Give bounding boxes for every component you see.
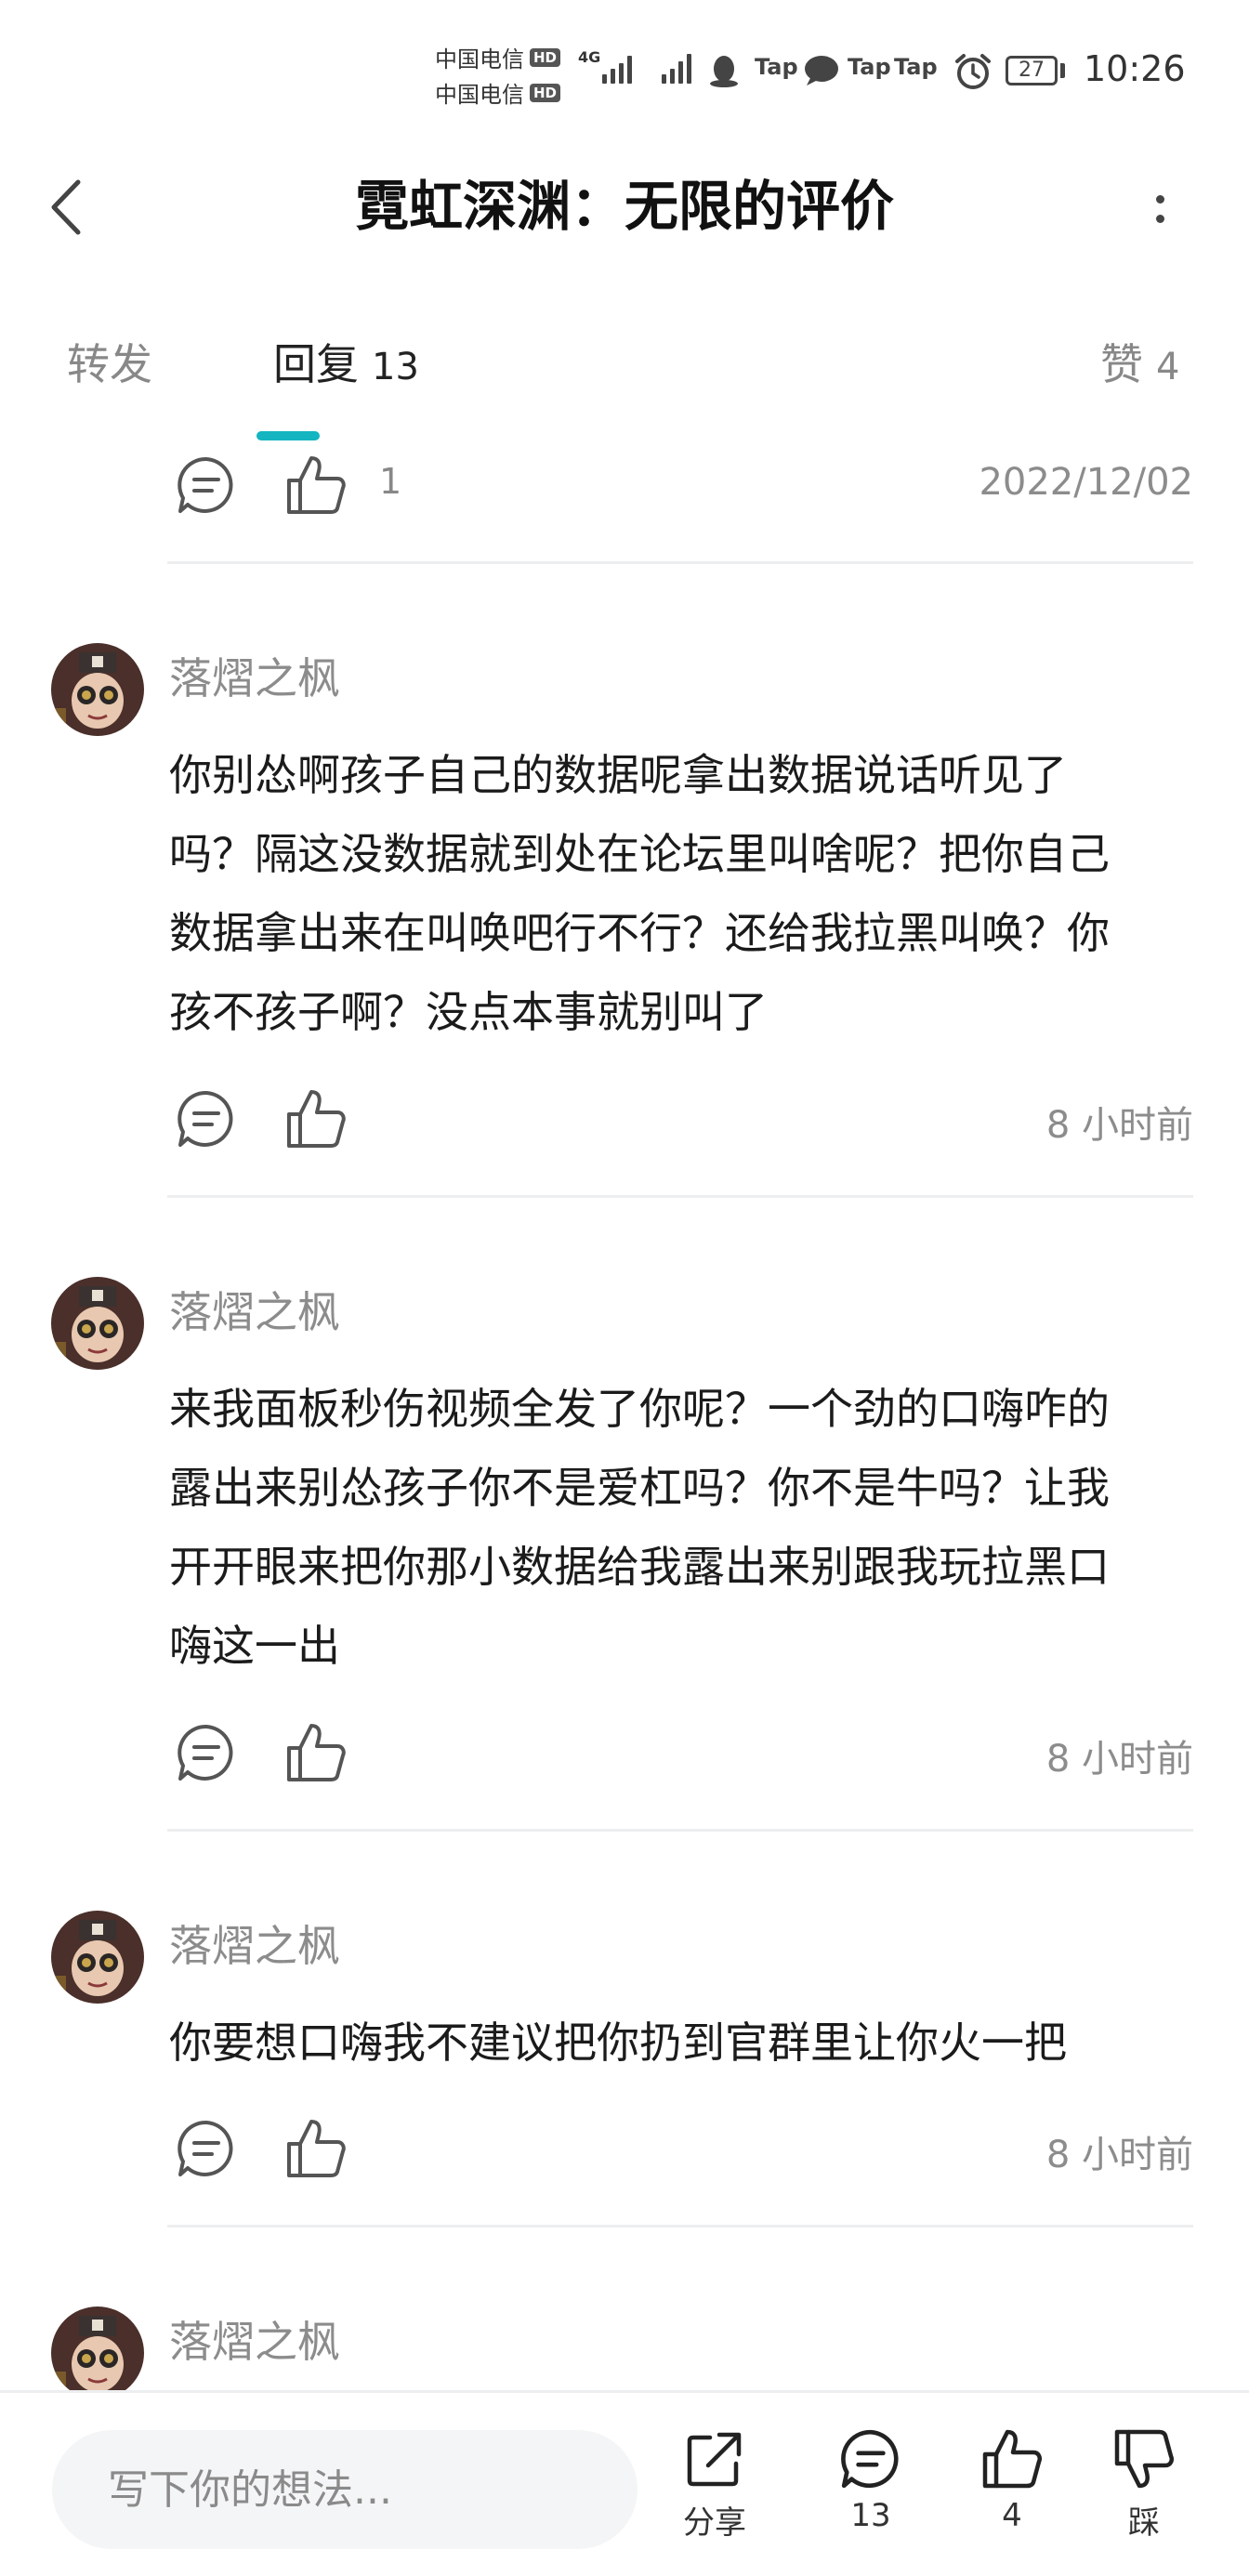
like-count: 1 (379, 461, 402, 502)
comment-author[interactable]: 落熠之枫 (169, 2314, 340, 2370)
taptap-icon: Tap (894, 54, 938, 80)
tab-likes[interactable]: 赞4 (1100, 335, 1179, 397)
like-button[interactable] (281, 450, 351, 520)
dislike-label: 踩 (1128, 2504, 1160, 2542)
signal-icon (602, 56, 632, 84)
like-button[interactable]: 4 (952, 2426, 1072, 2566)
comment-time: 8 小时前 (1045, 1738, 1193, 1781)
reply-button[interactable] (171, 2113, 242, 2184)
status-bar: 中国电信 HD 中国电信 HD 4G Tap Tap Tap 27 10:26 (0, 0, 1249, 139)
battery-tip (1060, 63, 1065, 78)
divider (167, 2225, 1193, 2228)
comment-actions-row: 8 小时前 (167, 2113, 1193, 2188)
post-actions-row: 1 2022/12/02 (167, 450, 1193, 524)
taptap-icon: Tap (755, 54, 798, 80)
battery-icon: 27 (1006, 56, 1058, 85)
share-label: 分享 (683, 2504, 746, 2542)
avatar-image (51, 1911, 144, 2004)
avatar-image (51, 2307, 144, 2399)
reply-button[interactable] (171, 1084, 242, 1154)
comment-icon (177, 456, 233, 513)
avatar-image (51, 643, 144, 736)
comment-actions-row: 8 小时前 (167, 1084, 1193, 1158)
divider (167, 1829, 1193, 1832)
tab-repost[interactable]: 转发 (67, 335, 165, 397)
avatar[interactable] (51, 2307, 144, 2399)
like-button[interactable] (281, 1717, 351, 1788)
share-icon (687, 2432, 742, 2487)
comment-actions-row: 8 小时前 (167, 1717, 1193, 1792)
comment-author[interactable]: 落熠之枫 (169, 1918, 340, 1974)
thumbs-down-icon (1114, 2429, 1174, 2489)
comment-author[interactable]: 落熠之枫 (169, 651, 340, 706)
thumbs-up-icon (287, 1090, 346, 1148)
comment-icon (177, 1090, 233, 1147)
comment-count: 13 (850, 2497, 891, 2534)
like-count: 4 (1002, 2497, 1022, 2534)
more-vertical-icon (1155, 215, 1164, 223)
taptap-icon: Tap (848, 54, 891, 80)
reply-button[interactable] (171, 450, 242, 520)
thumbs-up-icon (287, 1724, 346, 1781)
avatar[interactable] (51, 643, 144, 736)
carrier-2: 中国电信 HD (435, 76, 561, 109)
divider (167, 1195, 1193, 1198)
network-type: 4G (578, 48, 601, 66)
page-title: 霓虹深渊：无限的评价 (354, 175, 894, 238)
comments-button[interactable]: 13 (810, 2426, 931, 2566)
dislike-button[interactable]: 踩 (1084, 2426, 1204, 2566)
comment-time: 8 小时前 (1045, 2134, 1193, 2176)
avatar-image (51, 1277, 144, 1370)
tab-replies[interactable]: 回复 13 (273, 335, 419, 397)
comment-body: 来我面板秒伤视频全发了你呢？一个劲的口嗨咋的 露出来别怂孩子你不是爱杠吗？你不是… (169, 1384, 1110, 1671)
thumbs-up-icon (287, 2120, 346, 2177)
clock: 10:26 (1084, 48, 1186, 89)
alarm-icon (955, 54, 991, 89)
post-date: 2022/12/02 (979, 461, 1193, 504)
carrier-1: 中国电信 HD (435, 41, 561, 73)
comment-body: 你要想口嗨我不建议把你扔到官群里让你火一把 (169, 2017, 1067, 2068)
comment-icon (177, 2120, 233, 2176)
comment-icon (841, 2429, 899, 2489)
comment-body: 你别怂啊孩子自己的数据呢拿出数据说话听见了 吗？隔这没数据就到处在论坛里叫啥呢？… (169, 750, 1110, 1037)
comment-author[interactable]: 落熠之枫 (169, 1284, 340, 1340)
bottom-action-bar: 分享 13 4 踩 (0, 2390, 1249, 2576)
avatar[interactable] (51, 1277, 144, 1370)
chat-bubble-icon (805, 56, 838, 85)
like-button[interactable] (281, 2113, 351, 2184)
comment-icon (177, 1724, 233, 1781)
more-options-button[interactable] (1137, 177, 1182, 242)
thumbs-up-icon (982, 2429, 1042, 2489)
qq-icon (710, 56, 738, 87)
more-vertical-icon (1155, 195, 1164, 204)
comment-time: 8 小时前 (1045, 1104, 1193, 1147)
divider (167, 561, 1193, 564)
reply-button[interactable] (171, 1717, 242, 1788)
share-button[interactable]: 分享 (654, 2426, 775, 2566)
like-button[interactable] (281, 1084, 351, 1154)
thumbs-up-icon (287, 456, 346, 514)
comment-input[interactable] (52, 2430, 638, 2549)
avatar[interactable] (51, 1911, 144, 2004)
signal-icon (662, 54, 691, 84)
active-tab-indicator (256, 431, 320, 440)
